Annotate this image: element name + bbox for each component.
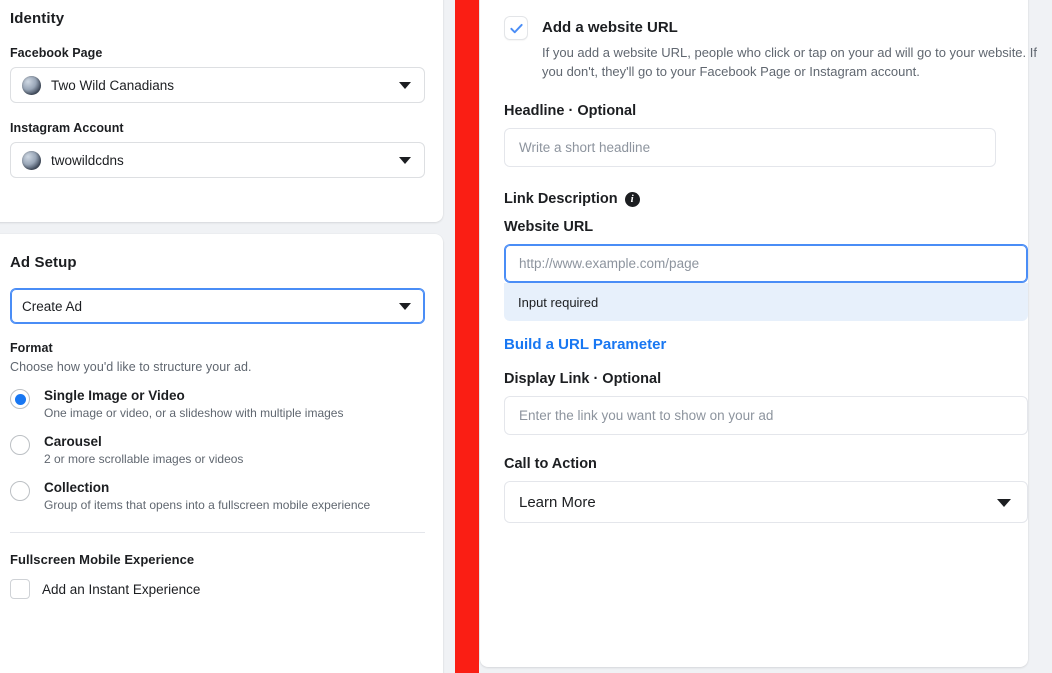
- red-divider-strip: [455, 0, 479, 673]
- format-option-label: Single Image or Video: [44, 388, 185, 403]
- add-website-url-label: Add a website URL: [542, 19, 678, 36]
- display-link-label: Display Link · Optional: [504, 371, 662, 387]
- identity-title: Identity: [10, 10, 65, 27]
- ad-setup-mode-select[interactable]: Create Ad: [10, 288, 425, 324]
- format-option-single-image-or-video[interactable]: Single Image or Video One image or video…: [10, 388, 425, 420]
- call-to-action-select[interactable]: Learn More: [504, 481, 1028, 523]
- instant-experience-row[interactable]: Add an Instant Experience: [10, 579, 425, 599]
- chevron-down-icon: [997, 499, 1011, 507]
- check-icon: [509, 23, 523, 33]
- format-option-label: Carousel: [44, 434, 102, 449]
- facebook-page-label: Facebook Page: [10, 46, 103, 60]
- website-url-error-text: Input required: [518, 294, 599, 310]
- format-option-desc: Group of items that opens into a fullscr…: [44, 498, 371, 512]
- headline-input[interactable]: Write a short headline: [504, 128, 996, 167]
- call-to-action-value: Learn More: [519, 493, 596, 511]
- add-website-url-row[interactable]: Add a website URL: [504, 16, 1002, 40]
- chevron-down-icon: [399, 157, 411, 164]
- facebook-page-select[interactable]: Two Wild Canadians: [10, 67, 425, 103]
- instagram-account-select[interactable]: twowildcdns: [10, 142, 425, 178]
- ad-setup-card: Ad Setup Create Ad Format Choose how you…: [0, 234, 443, 673]
- ad-setup-mode-value: Create Ad: [22, 298, 83, 314]
- format-helper-text: Choose how you'd like to structure your …: [10, 360, 252, 374]
- format-option-carousel[interactable]: Carousel 2 or more scrollable images or …: [10, 434, 425, 466]
- build-url-parameter-link[interactable]: Build a URL Parameter: [504, 336, 1002, 353]
- headline-label: Headline · Optional: [504, 103, 637, 119]
- fullscreen-mobile-experience-title: Fullscreen Mobile Experience: [10, 552, 195, 567]
- format-option-desc: One image or video, or a slideshow with …: [44, 406, 344, 420]
- instant-experience-label: Add an Instant Experience: [42, 581, 201, 597]
- format-option-label: Collection: [44, 480, 110, 495]
- ad-setup-title: Ad Setup: [10, 254, 77, 271]
- display-link-placeholder: Enter the link you want to show on your …: [519, 408, 774, 423]
- info-icon[interactable]: i: [624, 191, 640, 207]
- display-link-input[interactable]: Enter the link you want to show on your …: [504, 396, 1028, 435]
- section-divider: [10, 532, 425, 533]
- website-url-placeholder: http://www.example.com/page: [519, 256, 700, 271]
- instagram-account-value: twowildcdns: [51, 152, 124, 168]
- checkbox-add-instant-experience[interactable]: [10, 579, 30, 599]
- headline-placeholder: Write a short headline: [519, 140, 651, 155]
- format-option-collection[interactable]: Collection Group of items that opens int…: [10, 480, 425, 512]
- facebook-page-avatar: [22, 75, 41, 95]
- call-to-action-label: Call to Action: [504, 456, 597, 472]
- radio-carousel[interactable]: [10, 435, 30, 455]
- facebook-page-value: Two Wild Canadians: [51, 77, 175, 93]
- identity-card: Identity Facebook Page Two Wild Canadian…: [0, 0, 443, 222]
- chevron-down-icon: [399, 303, 411, 310]
- ad-creation-screen: Identity Facebook Page Two Wild Canadian…: [0, 0, 1052, 673]
- chevron-down-icon: [399, 82, 411, 89]
- checkbox-add-website-url[interactable]: [504, 16, 528, 40]
- radio-collection[interactable]: [10, 481, 30, 501]
- format-option-desc: 2 or more scrollable images or videos: [44, 452, 244, 466]
- website-url-input[interactable]: http://www.example.com/page: [504, 244, 1028, 283]
- link-description-text: Link Description: [504, 191, 618, 207]
- left-panel: Identity Facebook Page Two Wild Canadian…: [0, 0, 443, 673]
- link-description-label: Link Description i: [504, 191, 1002, 207]
- website-url-label: Website URL: [504, 219, 594, 235]
- website-url-error-banner: Input required: [504, 283, 1028, 321]
- instagram-account-avatar: [22, 150, 41, 170]
- destination-panel: Add a website URL If you add a website U…: [480, 0, 1037, 667]
- add-website-url-description: If you add a website URL, people who cli…: [542, 45, 1037, 79]
- instagram-account-label: Instagram Account: [10, 121, 124, 135]
- radio-single-image-or-video[interactable]: [10, 389, 30, 409]
- format-label: Format: [10, 341, 53, 355]
